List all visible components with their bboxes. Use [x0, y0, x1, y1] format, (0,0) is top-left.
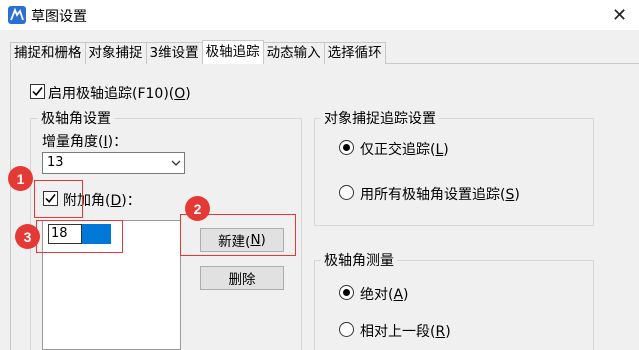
- tab-dynamic-input[interactable]: 动态输入: [262, 42, 325, 64]
- annotation-box-3: [36, 220, 123, 253]
- relative-last-segment-radio[interactable]: [339, 322, 354, 337]
- title-bar: 草图设置 ✕: [0, 0, 639, 30]
- object-snap-tracking-group: [314, 118, 594, 226]
- radio-dot: [343, 289, 350, 296]
- tab-polar-tracking[interactable]: 极轴追踪: [201, 40, 264, 64]
- absolute-radio[interactable]: [339, 285, 354, 300]
- polar-angle-group-title: 极轴角设置: [38, 108, 114, 128]
- annotation-box-1: [34, 180, 83, 218]
- close-button[interactable]: ✕: [600, 0, 639, 30]
- checkmark-icon: [32, 87, 43, 97]
- enable-polar-label[interactable]: 启用极轴追踪(F10)(O): [48, 83, 191, 103]
- orthogonal-only-label[interactable]: 仅正交追踪(L): [360, 139, 449, 159]
- all-polar-settings-radio[interactable]: [339, 185, 354, 200]
- close-icon: ✕: [611, 4, 628, 26]
- annotation-marker-1: 1: [8, 166, 33, 191]
- increment-angle-value: 13: [47, 155, 64, 170]
- radio-dot: [343, 144, 350, 151]
- increment-angle-combobox[interactable]: 13: [42, 152, 185, 174]
- annotation-marker-3: 3: [15, 224, 40, 249]
- all-polar-settings-label[interactable]: 用所有极轴角设置追踪(S): [360, 184, 520, 204]
- tab-object-snap[interactable]: 对象捕捉: [84, 42, 147, 64]
- delete-button[interactable]: 删除: [200, 266, 284, 290]
- relative-last-segment-label[interactable]: 相对上一段(R): [360, 321, 451, 341]
- tab-bar: 捕捉和栅格 对象捕捉 3维设置 极轴追踪 动态输入 选择循环: [10, 40, 386, 64]
- annotation-marker-2: 2: [185, 196, 210, 221]
- tab-3d-settings[interactable]: 3维设置: [145, 42, 203, 64]
- orthogonal-only-radio[interactable]: [339, 140, 354, 155]
- tab-snap-grid[interactable]: 捕捉和栅格: [10, 42, 86, 64]
- polar-measure-group: [314, 260, 594, 350]
- sketch-settings-dialog: 草图设置 ✕ 捕捉和栅格 对象捕捉 3维设置 极轴追踪 动态输入 选择循环 启用…: [0, 0, 639, 350]
- object-snap-tracking-title: 对象捕捉追踪设置: [321, 108, 439, 128]
- polar-measure-title: 极轴角测量: [321, 250, 397, 270]
- chevron-down-icon: [169, 155, 183, 171]
- increment-angle-label: 增量角度(I)：: [42, 134, 128, 150]
- absolute-label[interactable]: 绝对(A): [360, 284, 409, 304]
- cad-app-icon: [8, 6, 26, 24]
- tab-selection-cycling[interactable]: 选择循环: [323, 42, 386, 64]
- enable-polar-checkbox[interactable]: [30, 84, 45, 99]
- window-title: 草图设置: [31, 9, 87, 25]
